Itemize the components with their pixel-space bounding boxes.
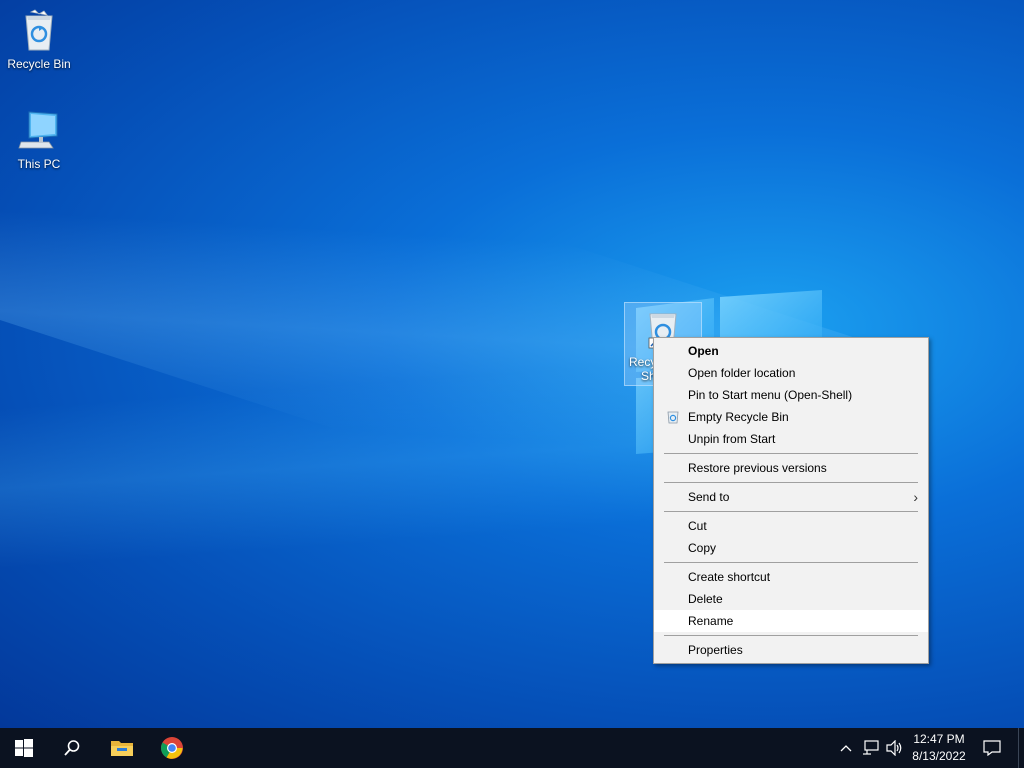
clock-time: 12:47 PM bbox=[913, 732, 965, 746]
recycle-bin-small-icon bbox=[667, 411, 679, 424]
menu-separator bbox=[664, 511, 918, 512]
chevron-right-icon: › bbox=[913, 489, 918, 505]
menu-item-label: Restore previous versions bbox=[688, 461, 827, 475]
windows-start-icon bbox=[15, 739, 33, 757]
start-button[interactable] bbox=[0, 728, 48, 768]
menu-item-properties[interactable]: Properties bbox=[654, 639, 928, 661]
menu-separator bbox=[664, 482, 918, 483]
menu-item-open[interactable]: Open bbox=[654, 340, 928, 362]
clock-date: 8/13/2022 bbox=[912, 749, 966, 763]
show-desktop-button[interactable] bbox=[1018, 728, 1024, 768]
menu-item-open-folder-location[interactable]: Open folder location bbox=[654, 362, 928, 384]
search-button[interactable] bbox=[48, 728, 96, 768]
network-button[interactable] bbox=[860, 728, 882, 768]
chrome-button[interactable] bbox=[148, 728, 196, 768]
menu-item-label: Rename bbox=[688, 614, 734, 628]
network-icon bbox=[863, 740, 879, 755]
context-menu: Open Open folder location Pin to Start m… bbox=[653, 337, 929, 664]
desktop[interactable]: Recycle Bin This PC Recyc Sh Open Open f… bbox=[0, 0, 1024, 728]
menu-item-unpin-from-start[interactable]: Unpin from Start bbox=[654, 428, 928, 450]
action-center-button[interactable] bbox=[978, 728, 1006, 768]
chevron-up-icon bbox=[840, 745, 852, 752]
this-pc-icon bbox=[18, 111, 58, 149]
menu-item-empty-recycle-bin[interactable]: Empty Recycle Bin bbox=[654, 406, 928, 428]
menu-item-label: Delete bbox=[688, 592, 723, 606]
menu-item-restore-previous-versions[interactable]: Restore previous versions bbox=[654, 457, 928, 479]
menu-item-label: Unpin from Start bbox=[688, 432, 776, 446]
menu-item-cut[interactable]: Cut bbox=[654, 515, 928, 537]
menu-separator bbox=[664, 635, 918, 636]
chrome-icon bbox=[161, 737, 183, 759]
menu-item-label: Empty Recycle Bin bbox=[688, 410, 789, 424]
menu-item-label: Open folder location bbox=[688, 366, 796, 380]
menu-item-label: Pin to Start menu (Open-Shell) bbox=[688, 388, 853, 402]
menu-item-label: Create shortcut bbox=[688, 570, 771, 584]
menu-item-create-shortcut[interactable]: Create shortcut bbox=[654, 566, 928, 588]
clock[interactable]: 12:47 PM 8/13/2022 bbox=[904, 731, 974, 765]
menu-item-copy[interactable]: Copy bbox=[654, 537, 928, 559]
desktop-icon-this-pc[interactable]: This PC bbox=[1, 108, 77, 171]
desktop-icon-label: Recycle Bin bbox=[7, 57, 71, 71]
file-explorer-icon bbox=[111, 741, 133, 756]
show-hidden-icons-button[interactable] bbox=[836, 728, 856, 768]
notification-icon bbox=[983, 740, 1001, 756]
file-explorer-button[interactable] bbox=[98, 728, 146, 768]
volume-icon bbox=[886, 740, 902, 756]
menu-item-label: Properties bbox=[688, 643, 743, 657]
recycle-bin-icon bbox=[25, 9, 53, 51]
menu-item-send-to[interactable]: Send to › bbox=[654, 486, 928, 508]
menu-item-label: Send to bbox=[688, 490, 730, 504]
menu-item-delete[interactable]: Delete bbox=[654, 588, 928, 610]
menu-item-label: Cut bbox=[688, 519, 707, 533]
menu-item-pin-to-start[interactable]: Pin to Start menu (Open-Shell) bbox=[654, 384, 928, 406]
menu-separator bbox=[664, 562, 918, 563]
desktop-icon-label: This PC bbox=[17, 157, 61, 171]
search-icon bbox=[64, 740, 80, 756]
volume-button[interactable] bbox=[884, 728, 906, 768]
taskbar: 12:47 PM 8/13/2022 bbox=[0, 728, 1024, 768]
menu-item-rename[interactable]: Rename bbox=[654, 610, 928, 632]
menu-item-label: Copy bbox=[688, 541, 717, 555]
menu-item-label: Open bbox=[688, 344, 719, 358]
menu-separator bbox=[664, 453, 918, 454]
desktop-icon-recycle-bin[interactable]: Recycle Bin bbox=[1, 8, 77, 71]
